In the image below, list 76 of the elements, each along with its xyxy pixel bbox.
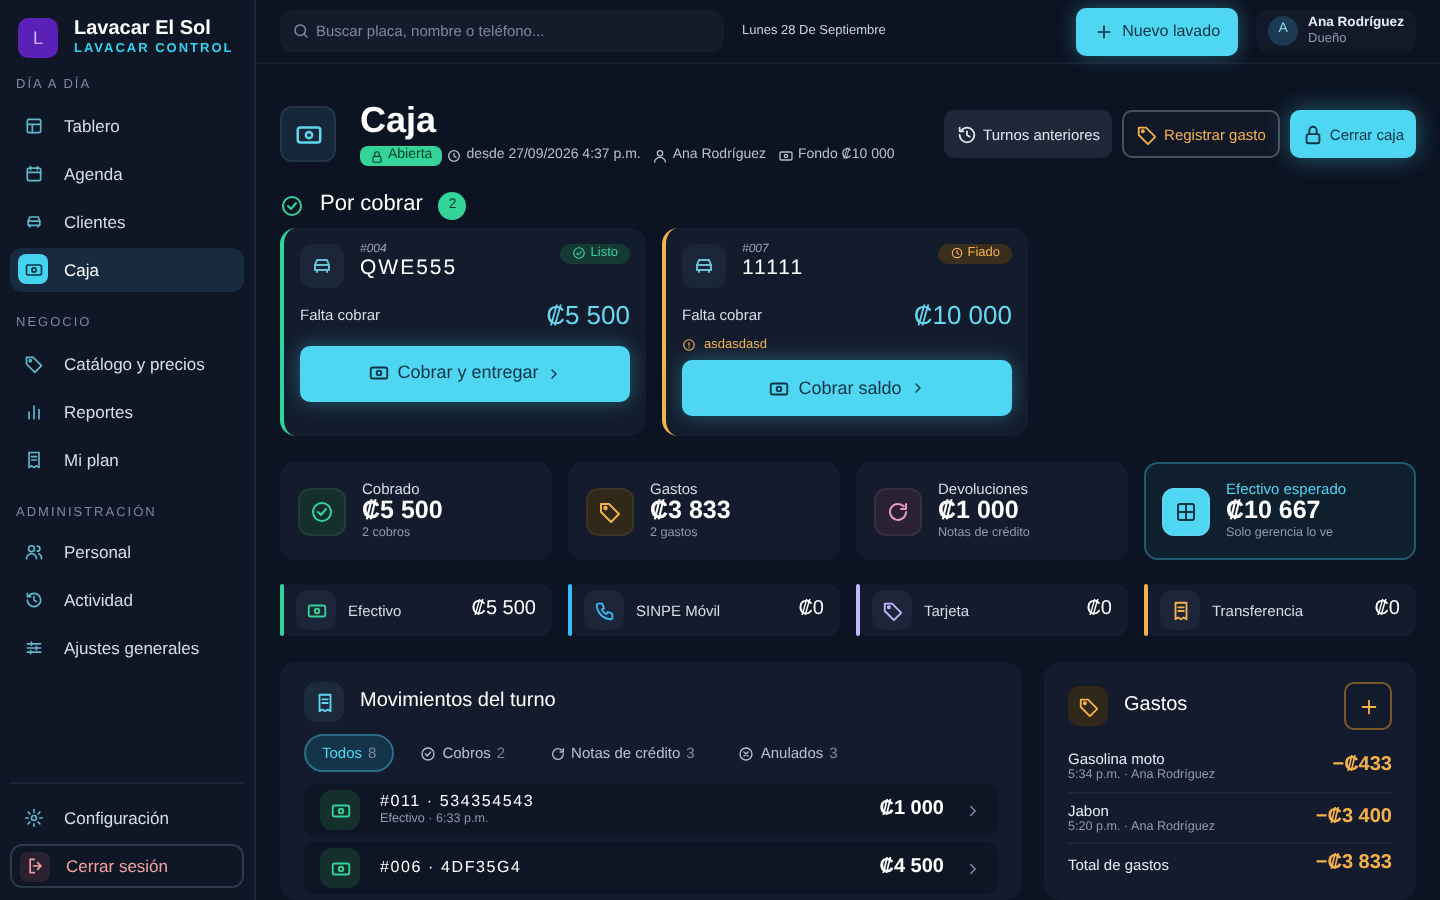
tag-icon [586,487,634,535]
clock-icon [446,148,463,164]
sidebar-item[interactable]: Mi plan [10,437,244,482]
info-icon [682,337,696,352]
sidebar-item[interactable]: Ajustes generales [10,626,244,671]
sidebar-item[interactable]: Catálogo y precios [10,341,244,386]
search-icon [292,22,310,40]
movement-amount: ₡1 000 [879,798,944,822]
banknote-icon [320,848,360,888]
tag-icon [872,590,912,630]
banknote-icon [280,106,336,162]
grid-icon [1162,487,1210,535]
car-icon [300,244,344,288]
tag-icon [1068,686,1108,726]
lock-icon [1301,123,1324,145]
amount-due: ₡10 000 [913,300,1012,332]
amount-due: ₡5 500 [546,300,630,332]
method-amount: ₡5 500 [471,598,536,622]
sidebar-item[interactable]: Reportes [10,389,244,434]
add-expense-button[interactable] [1344,682,1392,730]
logo: L [18,18,58,58]
movement-row[interactable]: #006 · 4DF35G4 ₡4 500 [304,842,998,894]
charge-button[interactable]: Cobrar y entregar [300,345,630,402]
panel-title: Movimientos del turno [360,690,556,714]
stat-value: ₡5 500 [362,498,443,527]
sidebar-item[interactable]: Clientes [10,199,244,244]
method-amount: ₡0 [1086,598,1112,622]
sidebar-item[interactable]: Personal [10,530,244,575]
check-circle-icon [280,194,304,218]
expense-amount: −₡433 [1332,754,1392,779]
tag-icon [1136,123,1159,145]
method-amount: ₡0 [1374,598,1400,622]
new-wash-button[interactable]: Nuevo lavado [1076,7,1239,55]
expense-amount: −₡3 400 [1315,805,1392,830]
history-icon [955,123,978,145]
banknote-icon [320,790,360,830]
phone-icon [584,590,624,630]
x-circle-icon [738,745,755,761]
section-title: Por cobrar [320,192,423,220]
charge-button[interactable]: Cobrar saldo [682,360,1012,417]
logout-icon [20,851,50,881]
method-amount: ₡0 [798,598,824,622]
receipt-icon [1160,590,1200,630]
sidebar-item[interactable]: Configuración [10,796,244,840]
refresh-icon [549,745,566,761]
receipt-icon [304,682,344,722]
stat-value: ₡10 667 [1226,498,1321,527]
chevron-right-icon [964,801,982,819]
plus-icon [1094,21,1115,41]
check-circle-icon [420,745,437,761]
sidebar-item[interactable]: Tablero [10,103,244,148]
banknote-icon [296,590,336,630]
car-icon [682,244,726,288]
sidebar-item[interactable]: Agenda [10,151,244,196]
panel-title: Gastos [1124,694,1188,718]
chevron-right-icon [964,859,982,877]
plus-icon [1357,695,1379,717]
stat-value: ₡3 833 [650,498,731,527]
page-title: Caja [360,101,439,138]
brand-name: Lavacar El Sol [74,18,213,43]
banknote-icon [768,377,791,400]
sidebar-item[interactable]: Caja [10,247,244,292]
plate-number: QWE555 [360,258,460,282]
banknote-icon [18,254,48,285]
plate-number: 11111 [742,258,807,282]
banknote-icon [367,362,390,385]
movement-amount: ₡4 500 [879,856,944,880]
movement-title: #011 · 534354543 [380,792,537,813]
sidebar-item[interactable]: Actividad [10,578,244,623]
banknote-icon [777,148,794,164]
logout-button[interactable]: Cerrar sesión [10,844,244,888]
stat-value: ₡1 000 [938,498,1021,526]
total-amount: −₡3 833 [1315,852,1392,877]
user-icon [652,148,669,164]
refresh-icon [874,487,922,535]
movement-title: #006 · 4DF35G4 [380,858,524,878]
